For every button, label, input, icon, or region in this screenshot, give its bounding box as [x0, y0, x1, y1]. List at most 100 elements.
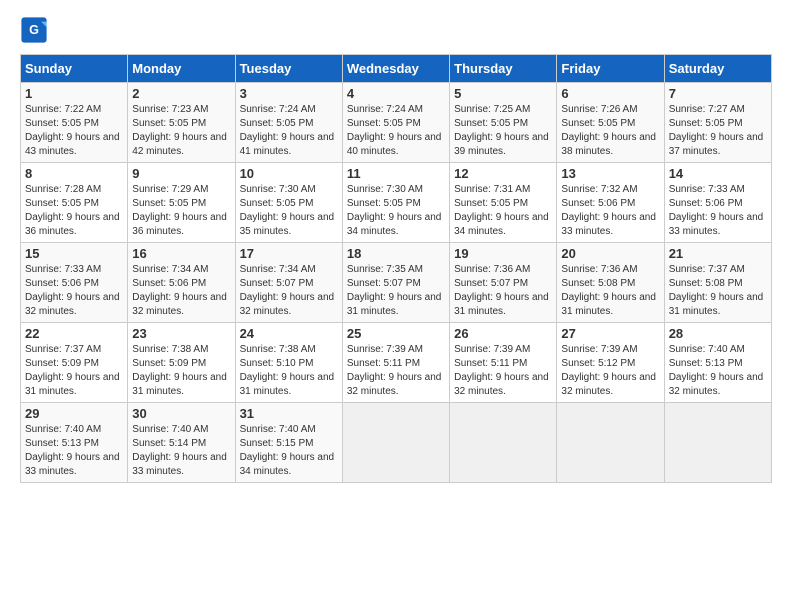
calendar-cell [664, 403, 771, 483]
calendar-cell: 19 Sunrise: 7:36 AM Sunset: 5:07 PM Dayli… [450, 243, 557, 323]
weekday-header: Wednesday [342, 55, 449, 83]
day-info: Sunrise: 7:31 AM Sunset: 5:05 PM Dayligh… [454, 183, 552, 239]
calendar-cell: 27Sunrise: 7:39 AM Sunset: 5:12 PM Dayli… [557, 323, 664, 403]
day-number: 20 [561, 246, 659, 261]
calendar-cell [557, 403, 664, 483]
day-number: 7 [669, 86, 767, 101]
day-info: Sunrise: 7:40 AM Sunset: 5:13 PM Dayligh… [669, 343, 767, 399]
calendar-cell: 2 Sunrise: 7:23 AM Sunset: 5:05 PM Daylig… [128, 83, 235, 163]
calendar-week-row: 15 Sunrise: 7:33 AM Sunset: 5:06 PM Dayli… [21, 243, 772, 323]
day-info: Sunrise: 7:35 AM Sunset: 5:07 PM Dayligh… [347, 263, 445, 319]
day-info: Sunrise: 7:39 AM Sunset: 5:11 PM Dayligh… [454, 343, 552, 399]
day-number: 6 [561, 86, 659, 101]
day-number: 16 [132, 246, 230, 261]
weekday-header: Friday [557, 55, 664, 83]
calendar-body: 1 Sunrise: 7:22 AM Sunset: 5:05 PM Daylig… [21, 83, 772, 483]
weekday-header: Tuesday [235, 55, 342, 83]
day-info: Sunrise: 7:40 AM Sunset: 5:15 PM Dayligh… [240, 423, 338, 479]
day-info: Sunrise: 7:27 AM Sunset: 5:05 PM Dayligh… [669, 103, 767, 159]
day-number: 23 [132, 326, 230, 341]
day-info: Sunrise: 7:25 AM Sunset: 5:05 PM Dayligh… [454, 103, 552, 159]
logo-icon: G [20, 16, 48, 44]
day-number: 21 [669, 246, 767, 261]
calendar-cell: 28 Sunrise: 7:40 AM Sunset: 5:13 PM Dayli… [664, 323, 771, 403]
weekday-header: Thursday [450, 55, 557, 83]
day-number: 12 [454, 166, 552, 181]
calendar-week-row: 22Sunrise: 7:37 AM Sunset: 5:09 PM Dayli… [21, 323, 772, 403]
day-info: Sunrise: 7:26 AM Sunset: 5:05 PM Dayligh… [561, 103, 659, 159]
calendar-cell: 10 Sunrise: 7:30 AM Sunset: 5:05 PM Dayli… [235, 163, 342, 243]
calendar-container: G SundayMondayTuesdayWednesdayThursdayFr… [0, 0, 792, 493]
day-info: Sunrise: 7:22 AM Sunset: 5:05 PM Dayligh… [25, 103, 123, 159]
day-info: Sunrise: 7:33 AM Sunset: 5:06 PM Dayligh… [669, 183, 767, 239]
day-number: 4 [347, 86, 445, 101]
day-info: Sunrise: 7:40 AM Sunset: 5:14 PM Dayligh… [132, 423, 230, 479]
day-info: Sunrise: 7:30 AM Sunset: 5:05 PM Dayligh… [240, 183, 338, 239]
day-info: Sunrise: 7:36 AM Sunset: 5:08 PM Dayligh… [561, 263, 659, 319]
day-number: 5 [454, 86, 552, 101]
calendar-cell: 18 Sunrise: 7:35 AM Sunset: 5:07 PM Dayli… [342, 243, 449, 323]
day-info: Sunrise: 7:29 AM Sunset: 5:05 PM Dayligh… [132, 183, 230, 239]
day-number: 18 [347, 246, 445, 261]
day-number: 26 [454, 326, 552, 341]
calendar-table: SundayMondayTuesdayWednesdayThursdayFrid… [20, 54, 772, 483]
calendar-cell: 20 Sunrise: 7:36 AM Sunset: 5:08 PM Dayli… [557, 243, 664, 323]
day-info: Sunrise: 7:28 AM Sunset: 5:05 PM Dayligh… [25, 183, 123, 239]
day-number: 15 [25, 246, 123, 261]
calendar-cell: 15 Sunrise: 7:33 AM Sunset: 5:06 PM Dayli… [21, 243, 128, 323]
calendar-cell: 8 Sunrise: 7:28 AM Sunset: 5:05 PM Daylig… [21, 163, 128, 243]
day-number: 30 [132, 406, 230, 421]
calendar-cell [450, 403, 557, 483]
day-number: 8 [25, 166, 123, 181]
calendar-cell: 12 Sunrise: 7:31 AM Sunset: 5:05 PM Dayli… [450, 163, 557, 243]
calendar-cell: 17 Sunrise: 7:34 AM Sunset: 5:07 PM Dayli… [235, 243, 342, 323]
day-info: Sunrise: 7:36 AM Sunset: 5:07 PM Dayligh… [454, 263, 552, 319]
weekday-header: Sunday [21, 55, 128, 83]
calendar-week-row: 8 Sunrise: 7:28 AM Sunset: 5:05 PM Daylig… [21, 163, 772, 243]
day-info: Sunrise: 7:39 AM Sunset: 5:12 PM Dayligh… [561, 343, 659, 399]
day-number: 14 [669, 166, 767, 181]
calendar-cell: 22Sunrise: 7:37 AM Sunset: 5:09 PM Dayli… [21, 323, 128, 403]
day-number: 19 [454, 246, 552, 261]
calendar-cell: 21Sunrise: 7:37 AM Sunset: 5:08 PM Dayli… [664, 243, 771, 323]
calendar-cell: 11 Sunrise: 7:30 AM Sunset: 5:05 PM Dayli… [342, 163, 449, 243]
day-info: Sunrise: 7:39 AM Sunset: 5:11 PM Dayligh… [347, 343, 445, 399]
day-info: Sunrise: 7:30 AM Sunset: 5:05 PM Dayligh… [347, 183, 445, 239]
day-number: 3 [240, 86, 338, 101]
day-number: 31 [240, 406, 338, 421]
weekday-header: Monday [128, 55, 235, 83]
day-info: Sunrise: 7:24 AM Sunset: 5:05 PM Dayligh… [347, 103, 445, 159]
day-number: 9 [132, 166, 230, 181]
day-number: 13 [561, 166, 659, 181]
day-number: 10 [240, 166, 338, 181]
day-number: 22 [25, 326, 123, 341]
day-info: Sunrise: 7:34 AM Sunset: 5:06 PM Dayligh… [132, 263, 230, 319]
day-info: Sunrise: 7:23 AM Sunset: 5:05 PM Dayligh… [132, 103, 230, 159]
calendar-cell [342, 403, 449, 483]
calendar-cell: 1 Sunrise: 7:22 AM Sunset: 5:05 PM Daylig… [21, 83, 128, 163]
calendar-cell: 31 Sunrise: 7:40 AM Sunset: 5:15 PM Dayli… [235, 403, 342, 483]
day-number: 28 [669, 326, 767, 341]
calendar-week-row: 1 Sunrise: 7:22 AM Sunset: 5:05 PM Daylig… [21, 83, 772, 163]
header-row: G [20, 16, 772, 44]
calendar-cell: 4 Sunrise: 7:24 AM Sunset: 5:05 PM Daylig… [342, 83, 449, 163]
day-info: Sunrise: 7:33 AM Sunset: 5:06 PM Dayligh… [25, 263, 123, 319]
calendar-cell: 30 Sunrise: 7:40 AM Sunset: 5:14 PM Dayli… [128, 403, 235, 483]
day-number: 2 [132, 86, 230, 101]
day-number: 17 [240, 246, 338, 261]
day-number: 11 [347, 166, 445, 181]
day-number: 29 [25, 406, 123, 421]
day-info: Sunrise: 7:34 AM Sunset: 5:07 PM Dayligh… [240, 263, 338, 319]
logo: G [20, 16, 52, 44]
day-number: 24 [240, 326, 338, 341]
calendar-cell: 24 Sunrise: 7:38 AM Sunset: 5:10 PM Dayli… [235, 323, 342, 403]
calendar-cell: 26 Sunrise: 7:39 AM Sunset: 5:11 PM Dayli… [450, 323, 557, 403]
calendar-cell: 5 Sunrise: 7:25 AM Sunset: 5:05 PM Daylig… [450, 83, 557, 163]
calendar-cell: 14 Sunrise: 7:33 AM Sunset: 5:06 PM Dayli… [664, 163, 771, 243]
day-number: 25 [347, 326, 445, 341]
day-number: 1 [25, 86, 123, 101]
calendar-cell: 16 Sunrise: 7:34 AM Sunset: 5:06 PM Dayli… [128, 243, 235, 323]
calendar-cell: 29Sunrise: 7:40 AM Sunset: 5:13 PM Dayli… [21, 403, 128, 483]
day-info: Sunrise: 7:38 AM Sunset: 5:10 PM Dayligh… [240, 343, 338, 399]
calendar-week-row: 29Sunrise: 7:40 AM Sunset: 5:13 PM Dayli… [21, 403, 772, 483]
